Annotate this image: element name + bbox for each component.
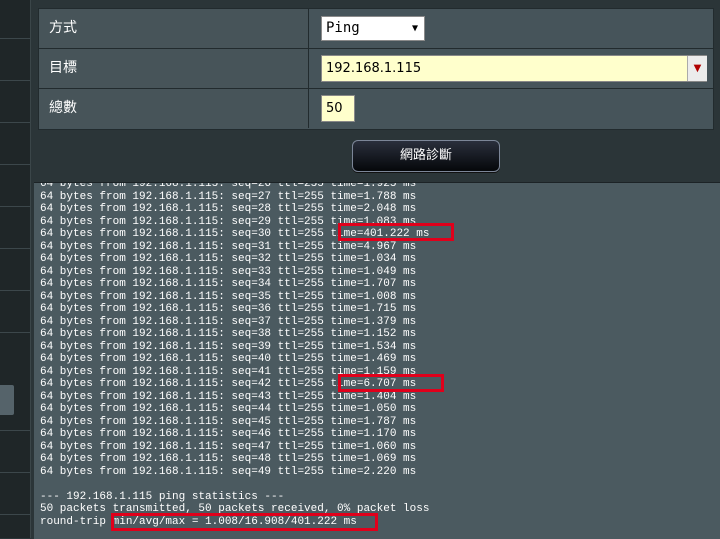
sidebar-divider <box>0 122 30 123</box>
sidebar-divider <box>0 206 30 207</box>
count-label: 總數 <box>39 89 309 128</box>
sidebar-divider <box>0 248 30 249</box>
target-row: 目標 192.168.1.115 ▼ <box>39 49 713 89</box>
method-label: 方式 <box>39 9 309 48</box>
console-line: 64 bytes from 192.168.1.115: seq=44 ttl=… <box>40 403 417 415</box>
target-input[interactable]: 192.168.1.115 <box>321 55 707 82</box>
console-line: 64 bytes from 192.168.1.115: seq=41 ttl=… <box>40 365 417 378</box>
sidebar-divider <box>0 38 30 39</box>
sidebar-divider <box>0 290 30 291</box>
dropdown-arrow-icon: ▼ <box>411 23 418 34</box>
console-line: 64 bytes from 192.168.1.115: seq=30 ttl=… <box>40 228 430 240</box>
console-line: 64 bytes from 192.168.1.115: seq=38 ttl=… <box>40 328 417 340</box>
console-line: 64 bytes from 192.168.1.115: seq=43 ttl=… <box>40 390 417 403</box>
console-line: 64 bytes from 192.168.1.115: seq=47 ttl=… <box>40 440 417 453</box>
console-line: 64 bytes from 192.168.1.115: seq=36 ttl=… <box>40 303 417 315</box>
console-line: 64 bytes from 192.168.1.115: seq=27 ttl=… <box>40 190 417 203</box>
console-line: 64 bytes from 192.168.1.115: seq=46 ttl=… <box>40 428 417 440</box>
sidebar-divider <box>0 164 30 165</box>
method-value-cell: Ping ▼ <box>311 9 713 48</box>
ping-output-console[interactable]: 64 bytes from 192.168.1.115: seq=26 ttl=… <box>34 182 720 539</box>
sidebar-divider <box>0 472 30 473</box>
console-line: 50 packets transmitted, 50 packets recei… <box>40 503 430 515</box>
console-line: 64 bytes from 192.168.1.115: seq=42 ttl=… <box>40 378 417 390</box>
console-line: 64 bytes from 192.168.1.115: seq=34 ttl=… <box>40 278 417 290</box>
count-value-cell: 50 <box>311 89 713 128</box>
console-line: 64 bytes from 192.168.1.115: seq=39 ttl=… <box>40 340 417 353</box>
diagnostic-form: 方式 Ping ▼ 目標 192.168.1.115 ▼ 總數 50 <box>38 8 714 130</box>
console-line: 64 bytes from 192.168.1.115: seq=35 ttl=… <box>40 290 417 303</box>
sidebar-divider <box>0 80 30 81</box>
console-line: 64 bytes from 192.168.1.115: seq=26 ttl=… <box>40 182 417 190</box>
console-line: 64 bytes from 192.168.1.115: seq=33 ttl=… <box>40 265 417 278</box>
console-line: 64 bytes from 192.168.1.115: seq=40 ttl=… <box>40 353 417 365</box>
console-line: 64 bytes from 192.168.1.115: seq=48 ttl=… <box>40 453 417 465</box>
console-line: 64 bytes from 192.168.1.115: seq=45 ttl=… <box>40 415 417 428</box>
console-line: 64 bytes from 192.168.1.115: seq=29 ttl=… <box>40 215 417 228</box>
console-line: 64 bytes from 192.168.1.115: seq=49 ttl=… <box>40 465 417 478</box>
target-label: 目標 <box>39 49 309 88</box>
sidebar-divider <box>0 430 30 431</box>
console-line: 64 bytes from 192.168.1.115: seq=32 ttl=… <box>40 253 417 265</box>
console-text: 64 bytes from 192.168.1.115: seq=26 ttl=… <box>40 182 430 528</box>
method-select[interactable]: Ping ▼ <box>321 16 425 41</box>
console-line: 64 bytes from 192.168.1.115: seq=31 ttl=… <box>40 240 417 253</box>
count-input[interactable]: 50 <box>321 95 355 122</box>
count-row: 總數 50 <box>39 89 713 128</box>
network-diagnose-button[interactable]: 網路診斷 <box>352 140 500 172</box>
method-selected-value: Ping <box>326 20 360 36</box>
console-line: 64 bytes from 192.168.1.115: seq=28 ttl=… <box>40 203 417 215</box>
sidebar-divider <box>0 332 30 333</box>
sidebar-divider <box>0 514 30 515</box>
console-line: --- 192.168.1.115 ping statistics --- <box>40 490 285 503</box>
left-sidebar <box>0 0 31 538</box>
target-value-cell: 192.168.1.115 ▼ <box>311 49 713 88</box>
console-line: round-trip min/avg/max = 1.008/16.908/40… <box>40 515 357 528</box>
target-dropdown-arrow-icon[interactable]: ▼ <box>687 56 707 81</box>
sidebar-tab[interactable] <box>0 385 14 415</box>
console-line: 64 bytes from 192.168.1.115: seq=37 ttl=… <box>40 315 417 328</box>
method-row: 方式 Ping ▼ <box>39 9 713 49</box>
